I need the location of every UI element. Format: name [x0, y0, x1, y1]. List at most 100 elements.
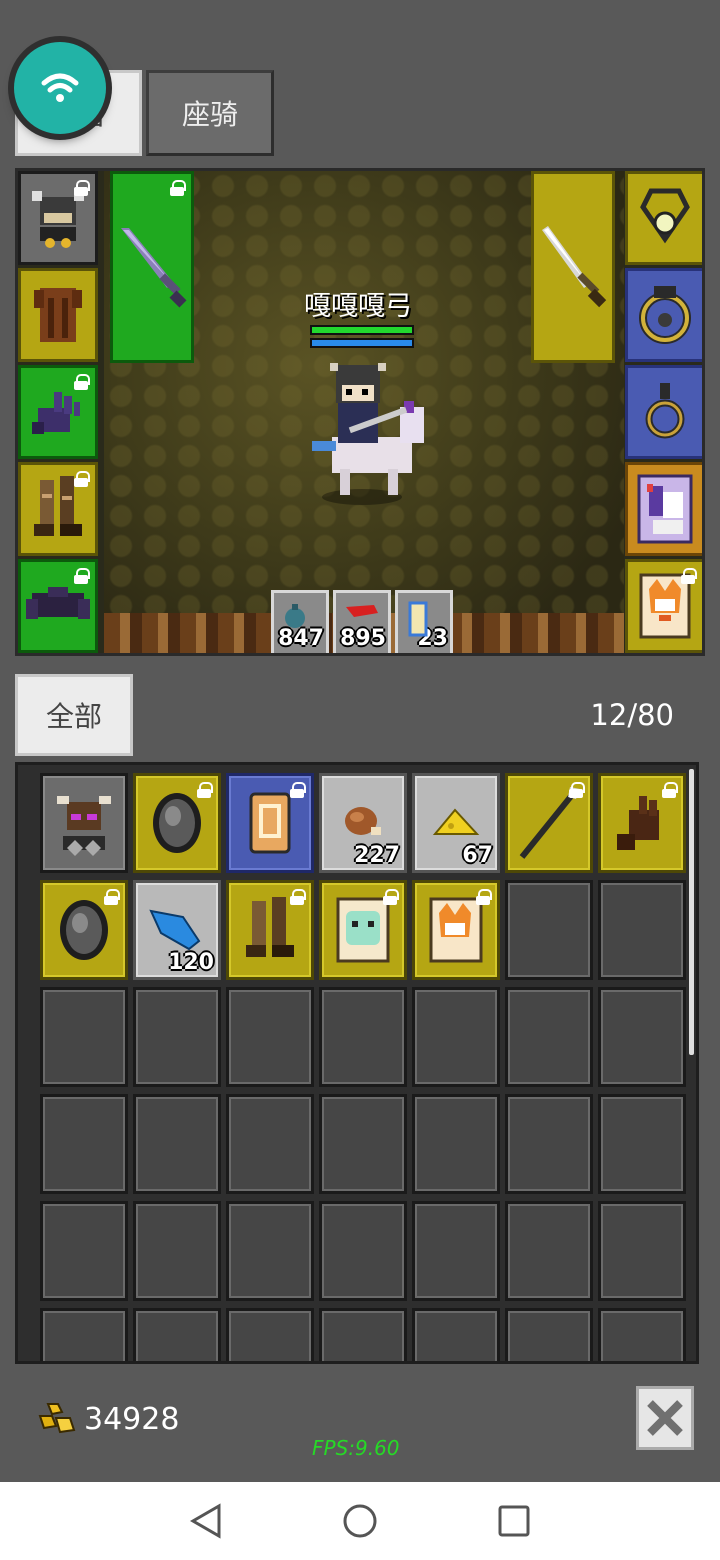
bag-capacity: 12/80 [590, 698, 674, 732]
lock-icon [290, 782, 306, 798]
inventory-item[interactable] [319, 880, 407, 980]
empty-inventory-slot[interactable] [40, 1094, 128, 1194]
empty-inventory-slot[interactable] [505, 880, 593, 980]
lock-icon [476, 889, 492, 905]
empty-inventory-slot[interactable] [505, 1308, 593, 1361]
pet-slot[interactable] [625, 462, 702, 556]
lock-icon [681, 568, 697, 584]
shoulder-slot[interactable] [18, 559, 98, 653]
earring-slot[interactable] [625, 365, 702, 459]
lock-icon [662, 782, 678, 798]
close-icon [647, 1400, 683, 1436]
lock-icon [74, 374, 90, 390]
stat-feather: 895 [333, 590, 391, 653]
wifi-icon [41, 73, 79, 102]
talisman-icon [245, 790, 295, 856]
wifi-floating-button[interactable] [14, 42, 106, 134]
boots-slot[interactable] [18, 462, 98, 556]
inventory-item[interactable] [412, 880, 500, 980]
close-button[interactable] [636, 1386, 694, 1450]
empty-inventory-slot[interactable] [226, 987, 314, 1087]
lock-icon [74, 471, 90, 487]
empty-inventory-slot[interactable] [598, 987, 686, 1087]
equipment-panel: 嘎嘎嘎弓 847 895 23 [15, 168, 705, 656]
lock-icon [383, 889, 399, 905]
lock-icon [569, 782, 585, 798]
back-triangle-icon [189, 1503, 221, 1539]
lock-icon [74, 180, 90, 196]
lock-icon [290, 889, 306, 905]
inventory-item[interactable] [505, 773, 593, 873]
player-name: 嘎嘎嘎弓 [304, 291, 412, 322]
armor-slot[interactable] [18, 268, 98, 362]
necklace-slot[interactable] [625, 171, 702, 265]
empty-inventory-slot[interactable] [319, 1094, 407, 1194]
empty-inventory-slot[interactable] [598, 1094, 686, 1194]
empty-inventory-slot[interactable] [40, 1308, 128, 1361]
mana-bar [310, 338, 414, 348]
stat-scroll: 23 [395, 590, 453, 653]
cheese-icon [431, 806, 481, 840]
inventory-item[interactable] [133, 773, 221, 873]
nav-back-button[interactable] [184, 1499, 228, 1543]
inventory-panel[interactable]: 227 67 120 [15, 762, 699, 1364]
fps-counter: FPS:9.60 [312, 1436, 400, 1460]
ring-slot[interactable] [625, 268, 702, 362]
inventory-scrollbar[interactable] [689, 769, 694, 1055]
empty-inventory-slot[interactable] [319, 1308, 407, 1361]
offhand-slot[interactable] [531, 171, 615, 363]
leather-armor-icon [34, 288, 82, 342]
empty-inventory-slot[interactable] [133, 1094, 221, 1194]
empty-inventory-slot[interactable] [505, 1201, 593, 1301]
empty-inventory-slot[interactable] [226, 1308, 314, 1361]
weapon-slot[interactable] [110, 171, 194, 363]
scroll-icon [408, 601, 428, 637]
inventory-item[interactable] [226, 773, 314, 873]
empty-inventory-slot[interactable] [133, 1201, 221, 1301]
empty-inventory-slot[interactable] [598, 1308, 686, 1361]
empty-inventory-slot[interactable] [226, 1201, 314, 1301]
empty-inventory-slot[interactable] [598, 880, 686, 980]
health-bar [310, 325, 414, 335]
gloves-slot[interactable] [18, 365, 98, 459]
empty-inventory-slot[interactable] [40, 1201, 128, 1301]
lock-icon [170, 180, 186, 196]
empty-inventory-slot[interactable] [226, 1094, 314, 1194]
card-slot[interactable] [625, 559, 702, 653]
empty-inventory-slot[interactable] [319, 987, 407, 1087]
bag-filter-all[interactable]: 全部 [15, 674, 133, 756]
empty-inventory-slot[interactable] [412, 1201, 500, 1301]
pendant-icon [640, 188, 690, 244]
empty-inventory-slot[interactable] [412, 987, 500, 1087]
empty-inventory-slot[interactable] [412, 1308, 500, 1361]
nav-recents-button[interactable] [492, 1499, 536, 1543]
inventory-item[interactable] [40, 773, 128, 873]
empty-inventory-slot[interactable] [598, 1201, 686, 1301]
nav-home-button[interactable] [338, 1499, 382, 1543]
inventory-item[interactable] [598, 773, 686, 873]
helmet-slot[interactable] [18, 171, 98, 265]
empty-inventory-slot[interactable] [40, 987, 128, 1087]
horned-helmet-icon [53, 788, 115, 858]
pet-card-icon [637, 474, 693, 544]
inventory-item[interactable]: 227 [319, 773, 407, 873]
inventory-grid: 227 67 120 [40, 773, 686, 1361]
tab-mount[interactable]: 座骑 [146, 70, 274, 156]
inventory-item[interactable] [40, 880, 128, 980]
gold-amount: 34928 [84, 1402, 180, 1437]
inventory-item[interactable]: 120 [133, 880, 221, 980]
empty-inventory-slot[interactable] [505, 1094, 593, 1194]
empty-inventory-slot[interactable] [505, 987, 593, 1087]
empty-inventory-slot[interactable] [319, 1201, 407, 1301]
stat-potion: 847 [271, 590, 329, 653]
recents-square-icon [498, 1505, 530, 1537]
system-navigation-bar [0, 1482, 720, 1560]
round-shield-icon [56, 897, 112, 963]
purple-gloves-icon [32, 392, 80, 434]
gold-coin-icon [38, 1403, 76, 1434]
inventory-item[interactable] [226, 880, 314, 980]
empty-inventory-slot[interactable] [133, 987, 221, 1087]
empty-inventory-slot[interactable] [412, 1094, 500, 1194]
empty-inventory-slot[interactable] [133, 1308, 221, 1361]
inventory-item[interactable]: 67 [412, 773, 500, 873]
